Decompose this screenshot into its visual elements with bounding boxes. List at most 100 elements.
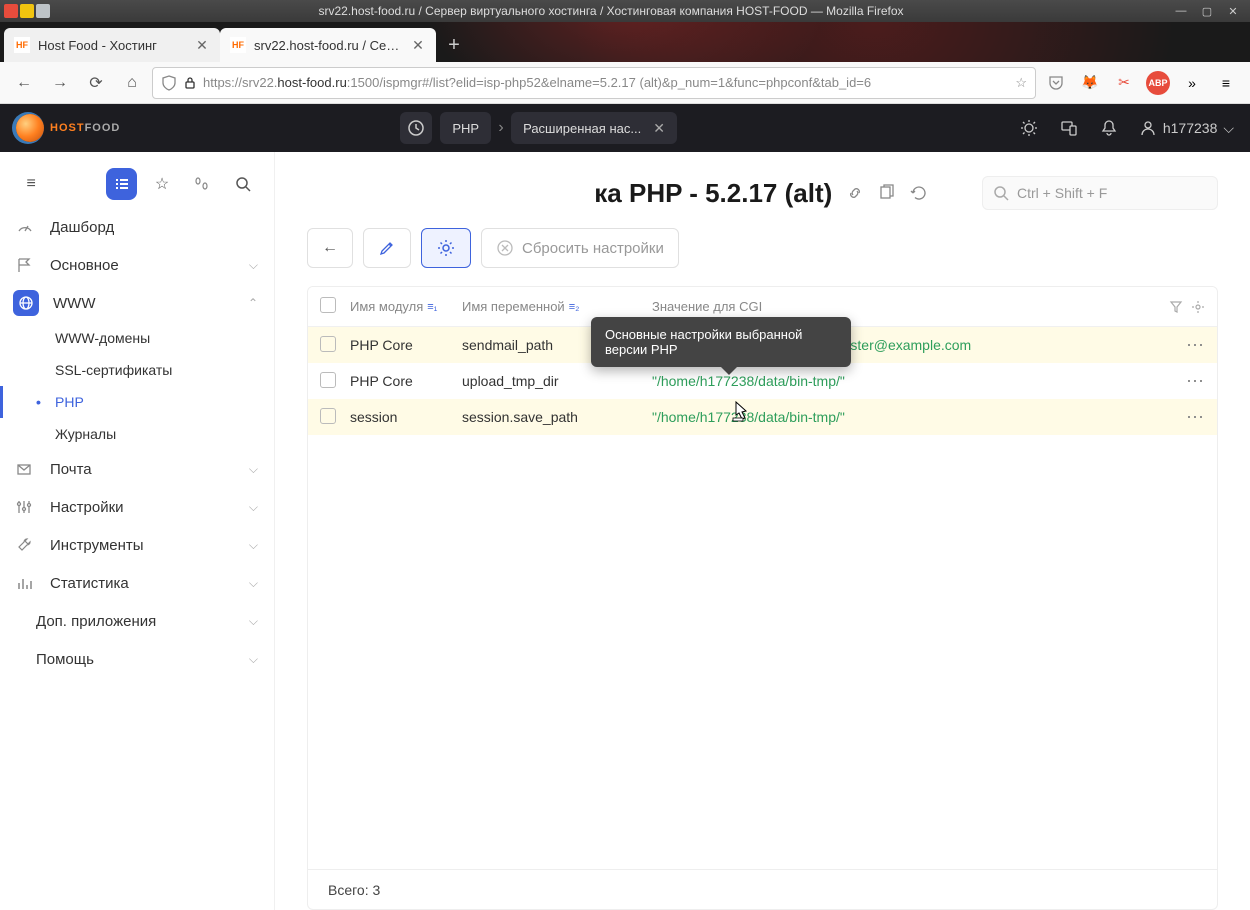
column-var[interactable]: Имя переменной≡₂ [462, 299, 652, 314]
page-title: Расширенная настройка PHP - 5.2.17 (alt) [307, 178, 832, 209]
filter-icon[interactable] [1169, 300, 1183, 314]
settings-button[interactable] [421, 228, 471, 268]
tab-title: Host Food - Хостинг [38, 38, 186, 53]
page-search[interactable]: Ctrl + Shift + F [982, 176, 1218, 210]
pocket-icon[interactable] [1044, 71, 1068, 95]
sidebar-item-tools[interactable]: Инструменты ⌵ [0, 526, 274, 564]
os-close-dot[interactable] [4, 4, 18, 18]
sidebar-item-dashboard[interactable]: Дашборд [0, 208, 274, 246]
sidebar-item-settings[interactable]: Настройки ⌵ [0, 488, 274, 526]
cell-module: PHP Core [350, 373, 462, 389]
row-menu-button[interactable]: ⋯ [1186, 407, 1205, 428]
browser-tab-1[interactable]: HF srv22.host-food.ru / Серве ✕ [220, 28, 436, 62]
menu-toggle-button[interactable]: ≡ [16, 168, 46, 200]
abp-icon[interactable]: ABP [1146, 71, 1170, 95]
sidebar-item-help[interactable]: Помощь ⌵ [0, 640, 274, 678]
logo[interactable]: HOSTFOOD [16, 114, 120, 142]
sidebar-sub-ssl[interactable]: SSL-сертификаты [0, 354, 274, 386]
link-icon[interactable] [846, 184, 864, 202]
sidebar: ≡ ☆ Дашборд Основное ⌵ [0, 152, 275, 910]
lock-icon [183, 76, 197, 90]
logo-sphere-icon [16, 114, 44, 142]
tools-icon[interactable]: ✂ [1112, 71, 1136, 95]
browser-tabbar: HF Host Food - Хостинг ✕ HF srv22.host-f… [0, 22, 1250, 62]
arrow-left-icon: ← [322, 239, 338, 257]
history-button[interactable] [400, 112, 432, 144]
os-minimize[interactable]: — [1172, 4, 1190, 18]
footer-total: Всего: 3 [328, 882, 380, 898]
fox-icon[interactable]: 🦊 [1078, 71, 1102, 95]
breadcrumb-close-icon[interactable]: ✕ [653, 120, 665, 137]
sidebar-label: Настройки [50, 499, 124, 516]
os-maximize[interactable]: ▢ [1198, 4, 1216, 18]
new-tab-button[interactable]: + [436, 28, 472, 62]
theme-icon[interactable] [1019, 118, 1039, 138]
sidebar-item-mail[interactable]: Почта ⌵ [0, 450, 274, 488]
tab-close-button[interactable]: ✕ [194, 37, 210, 53]
favorites-button[interactable]: ☆ [147, 168, 177, 200]
table-row[interactable]: sessionsession.save_path"/home/h177238/d… [308, 399, 1217, 435]
tab-title: srv22.host-food.ru / Серве [254, 38, 402, 53]
table-row[interactable]: PHP Coreupload_tmp_dir"/home/h177238/dat… [308, 363, 1217, 399]
forward-button[interactable]: → [44, 67, 76, 99]
os-max-dot[interactable] [36, 4, 50, 18]
sidebar-sublabel: SSL-сертификаты [55, 362, 172, 378]
more-icon[interactable]: » [1180, 71, 1204, 95]
reset-button[interactable]: Сбросить настройки [481, 228, 679, 268]
sidebar-sublabel: PHP [55, 394, 84, 410]
back-button[interactable]: ← [8, 67, 40, 99]
breadcrumb-ext[interactable]: Расширенная нас... ✕ [511, 112, 677, 144]
column-module[interactable]: Имя модуля≡₁ [350, 299, 462, 314]
sort-icon: ≡₁ [427, 301, 437, 313]
os-close[interactable]: ✕ [1224, 4, 1242, 18]
bookmark-star-icon[interactable]: ☆ [1015, 75, 1027, 91]
home-button[interactable]: ⌂ [116, 67, 148, 99]
cell-module: PHP Core [350, 337, 462, 353]
bell-icon[interactable] [1099, 118, 1119, 138]
sidebar-label: Доп. приложения [36, 613, 156, 630]
sidebar-sub-php[interactable]: ••PHP [0, 386, 274, 418]
copy-icon[interactable] [878, 184, 896, 202]
refresh-icon[interactable] [910, 184, 928, 202]
breadcrumb: PHP › Расширенная нас... ✕ [400, 112, 677, 144]
mail-icon [16, 461, 36, 477]
sidebar-sub-www-domains[interactable]: WWW-домены [0, 322, 274, 354]
row-checkbox[interactable] [320, 408, 336, 424]
row-menu-button[interactable]: ⋯ [1186, 335, 1205, 356]
bars-icon [16, 575, 36, 591]
column-val[interactable]: Значение для CGI [652, 299, 1169, 314]
sidebar-search-button[interactable] [228, 168, 258, 200]
reload-button[interactable]: ⟳ [80, 67, 112, 99]
footprints-button[interactable] [187, 168, 217, 200]
device-icon[interactable] [1059, 118, 1079, 138]
tab-close-button[interactable]: ✕ [410, 37, 426, 53]
sidebar-item-main[interactable]: Основное ⌵ [0, 246, 274, 284]
user-menu[interactable]: h177238 ⌵ [1139, 119, 1234, 137]
globe-icon [13, 290, 39, 316]
browser-tab-0[interactable]: HF Host Food - Хостинг ✕ [4, 28, 220, 62]
flag-icon [16, 257, 36, 273]
back-action-button[interactable]: ← [307, 228, 353, 268]
sidebar-item-stats[interactable]: Статистика ⌵ [0, 564, 274, 602]
list-view-button[interactable] [106, 168, 136, 200]
address-bar[interactable]: https://srv22.host-food.ru:1500/ispmgr#/… [152, 67, 1036, 99]
os-min-dot[interactable] [20, 4, 34, 18]
sidebar-sub-logs[interactable]: Журналы [0, 418, 274, 450]
breadcrumb-php[interactable]: PHP [440, 112, 491, 144]
select-all-checkbox[interactable] [320, 297, 336, 313]
row-checkbox[interactable] [320, 336, 336, 352]
sidebar-item-www[interactable]: WWW ⌃ [0, 284, 274, 322]
chevron-down-icon: ⌵ [249, 462, 258, 477]
table-footer: Всего: 3 [308, 869, 1217, 909]
gear-icon [436, 238, 456, 258]
hamburger-icon[interactable]: ≡ [1214, 71, 1238, 95]
edit-button[interactable] [363, 228, 411, 268]
cell-var: session.save_path [462, 409, 652, 425]
search-placeholder: Ctrl + Shift + F [1017, 185, 1107, 201]
sidebar-item-addons[interactable]: Доп. приложения ⌵ [0, 602, 274, 640]
row-menu-button[interactable]: ⋯ [1186, 371, 1205, 392]
sort-icon: ≡₂ [569, 301, 580, 313]
row-checkbox[interactable] [320, 372, 336, 388]
gear-small-icon[interactable] [1191, 300, 1205, 314]
sidebar-label: WWW [53, 295, 95, 312]
